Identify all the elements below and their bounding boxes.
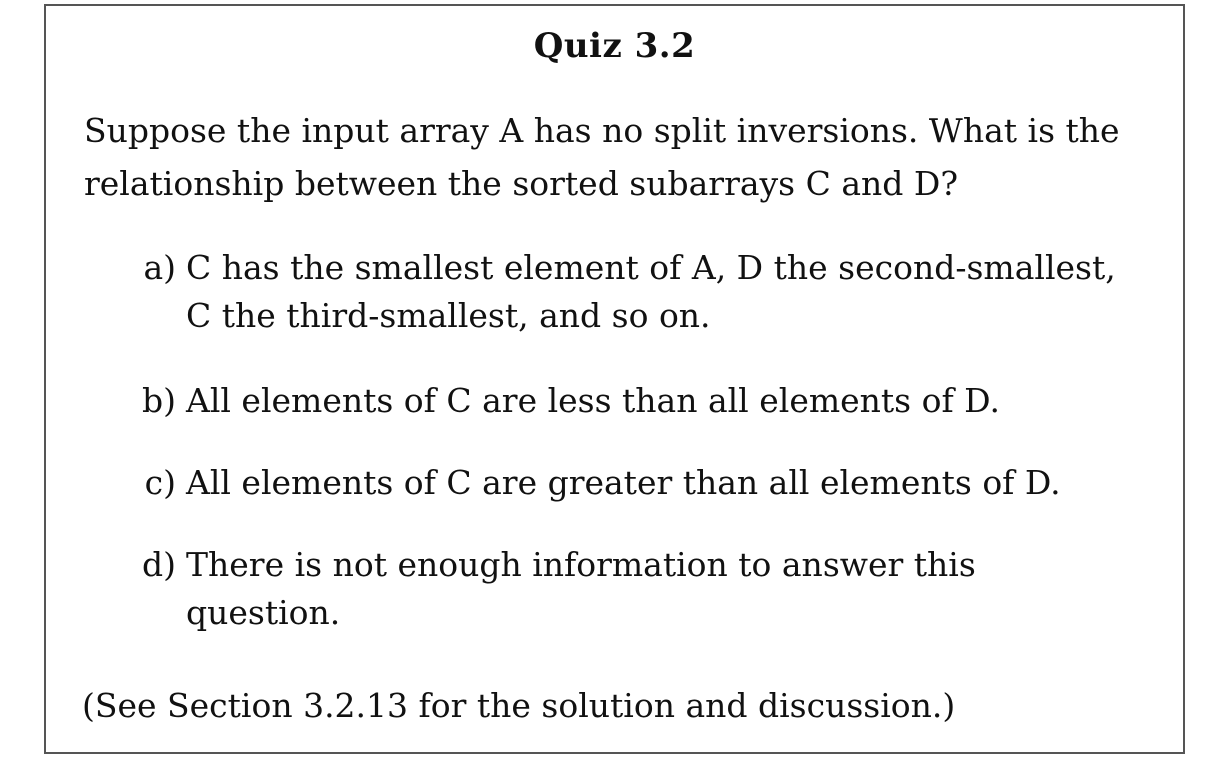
answer-option-b: b) All elements of C are less than all e… xyxy=(124,377,1134,425)
answer-option-c: c) All elements of C are greater than al… xyxy=(124,459,1134,507)
option-letter: d) xyxy=(142,545,176,584)
solution-reference: (See Section 3.2.13 for the solution and… xyxy=(82,686,956,725)
answer-option-a: a) C has the smallest element of A, D th… xyxy=(124,244,1134,340)
quiz-box: Quiz 3.2 Suppose the input array A has n… xyxy=(44,4,1185,754)
option-letter: c) xyxy=(144,463,176,502)
answer-option-d: d) There is not enough information to an… xyxy=(124,541,1134,637)
quiz-question: Suppose the input array A has no split i… xyxy=(84,111,1120,203)
option-letter: b) xyxy=(142,381,176,420)
option-letter: a) xyxy=(143,248,176,287)
option-text: C has the smallest element of A, D the s… xyxy=(186,248,1116,335)
option-text: All elements of C are less than all elem… xyxy=(186,381,1000,420)
option-text: All elements of C are greater than all e… xyxy=(186,463,1061,502)
quiz-title: Quiz 3.2 xyxy=(533,26,696,66)
option-text: There is not enough information to answe… xyxy=(186,545,976,632)
